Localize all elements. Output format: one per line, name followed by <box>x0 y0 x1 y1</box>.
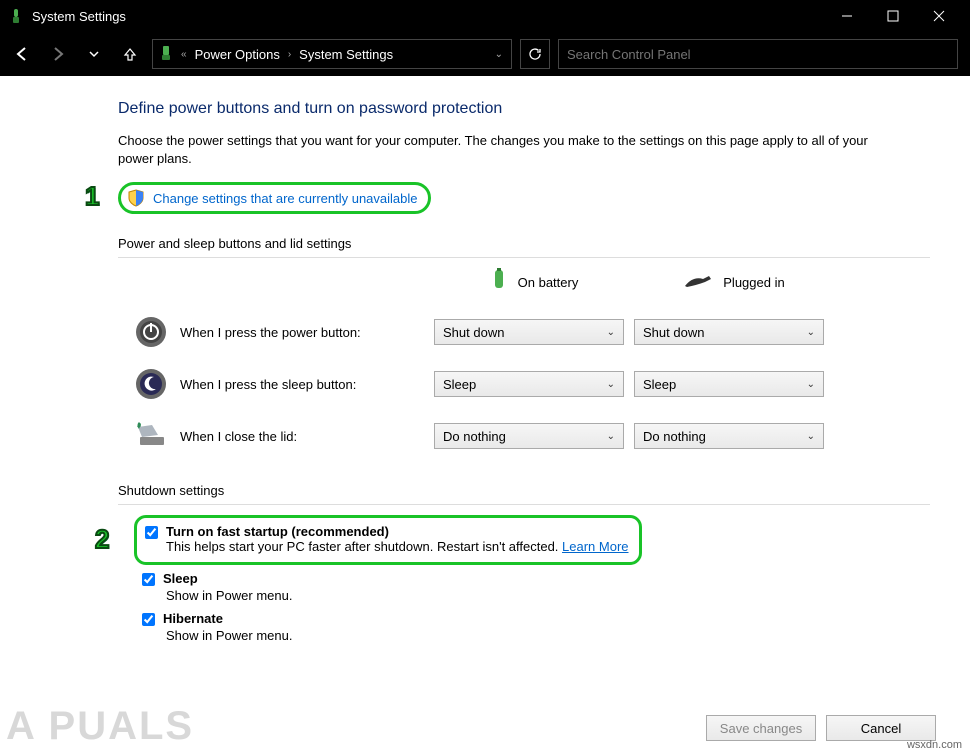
chevron-down-icon: ⌄ <box>607 327 615 338</box>
recent-dropdown[interactable] <box>80 40 108 68</box>
close-button[interactable] <box>916 0 962 32</box>
fast-startup-checkbox[interactable] <box>145 526 158 539</box>
chevron-down-icon: ⌄ <box>807 431 815 442</box>
plug-column-icon <box>683 273 713 292</box>
chevron-down-icon: ⌄ <box>807 379 815 390</box>
watermark: A PUALS <box>6 704 194 749</box>
laptop-icon <box>134 419 168 453</box>
col-battery-label: On battery <box>518 275 579 290</box>
maximize-button[interactable] <box>870 0 916 32</box>
sleep-plugged-select[interactable]: Sleep⌄ <box>634 371 824 397</box>
fast-startup-desc: This helps start your PC faster after sh… <box>166 539 629 554</box>
address-bar[interactable]: « Power Options › System Settings ⌄ <box>152 39 512 69</box>
sleep-battery-select[interactable]: Sleep⌄ <box>434 371 624 397</box>
toolbar: « Power Options › System Settings ⌄ <box>0 32 970 76</box>
app-icon <box>8 8 24 24</box>
fast-startup-callout: 2 Turn on fast startup (recommended) Thi… <box>134 515 642 565</box>
power-icon <box>134 315 168 349</box>
chevron-left-icon: « <box>179 49 189 60</box>
hibernate-desc: Show in Power menu. <box>166 628 930 643</box>
chevron-down-icon: ⌄ <box>607 379 615 390</box>
back-button[interactable] <box>8 40 36 68</box>
row-sleep: When I press the sleep button: <box>134 367 434 401</box>
search-input[interactable] <box>567 47 949 62</box>
section-shutdown-title: Shutdown settings <box>118 483 930 498</box>
content: Define power buttons and turn on passwor… <box>0 76 970 643</box>
chevron-down-icon: ⌄ <box>807 327 815 338</box>
hibernate-checkbox[interactable] <box>142 613 155 626</box>
row-power-label: When I press the power button: <box>180 325 361 340</box>
hibernate-label: Hibernate <box>163 611 223 626</box>
row-lid: When I close the lid: <box>134 419 434 453</box>
cancel-button[interactable]: Cancel <box>826 715 936 741</box>
sleep-check-desc: Show in Power menu. <box>166 588 930 603</box>
lid-battery-select[interactable]: Do nothing⌄ <box>434 423 624 449</box>
callout-2: 2 <box>95 524 109 555</box>
save-button[interactable]: Save changes <box>706 715 816 741</box>
chevron-down-icon: ⌄ <box>607 431 615 442</box>
refresh-button[interactable] <box>520 39 550 69</box>
row-power: When I press the power button: <box>134 315 434 349</box>
learn-more-link[interactable]: Learn More <box>562 539 628 554</box>
breadcrumb-power-options[interactable]: Power Options <box>195 47 280 62</box>
chevron-down-icon[interactable]: ⌄ <box>493 49 505 60</box>
power-grid: On battery Plugged in When I press the p… <box>118 268 930 453</box>
sleep-check-label: Sleep <box>163 571 198 586</box>
section-buttons-title: Power and sleep buttons and lid settings <box>118 236 930 251</box>
up-button[interactable] <box>116 40 144 68</box>
shield-icon <box>127 189 145 207</box>
power-battery-select[interactable]: Shut down⌄ <box>434 319 624 345</box>
moon-icon <box>134 367 168 401</box>
forward-button[interactable] <box>44 40 72 68</box>
change-settings-callout: 1 Change settings that are currently una… <box>118 182 431 214</box>
page-intro: Choose the power settings that you want … <box>118 132 878 168</box>
divider <box>118 504 930 505</box>
breadcrumb-system-settings[interactable]: System Settings <box>299 47 393 62</box>
page-heading: Define power buttons and turn on passwor… <box>118 100 930 118</box>
row-lid-label: When I close the lid: <box>180 429 297 444</box>
lid-plugged-select[interactable]: Do nothing⌄ <box>634 423 824 449</box>
col-plugged-label: Plugged in <box>723 275 784 290</box>
col-plugged: Plugged in <box>634 273 834 292</box>
battery-icon <box>159 45 173 64</box>
source-mark: wsxdn.com <box>907 739 962 751</box>
chevron-right-icon: › <box>286 49 293 60</box>
divider <box>118 257 930 258</box>
change-settings-link[interactable]: Change settings that are currently unava… <box>153 191 418 206</box>
col-battery: On battery <box>434 268 634 297</box>
power-plugged-select[interactable]: Shut down⌄ <box>634 319 824 345</box>
sleep-checkbox[interactable] <box>142 573 155 586</box>
titlebar: System Settings <box>0 0 970 32</box>
row-sleep-label: When I press the sleep button: <box>180 377 356 392</box>
minimize-button[interactable] <box>824 0 870 32</box>
callout-1: 1 <box>85 181 99 212</box>
window-title: System Settings <box>32 9 824 24</box>
shutdown-section: Shutdown settings 2 Turn on fast startup… <box>118 483 930 643</box>
fast-startup-label: Turn on fast startup (recommended) <box>166 524 629 539</box>
search-box[interactable] <box>558 39 958 69</box>
battery-column-icon <box>490 268 508 297</box>
footer-buttons: Save changes Cancel <box>706 715 936 741</box>
